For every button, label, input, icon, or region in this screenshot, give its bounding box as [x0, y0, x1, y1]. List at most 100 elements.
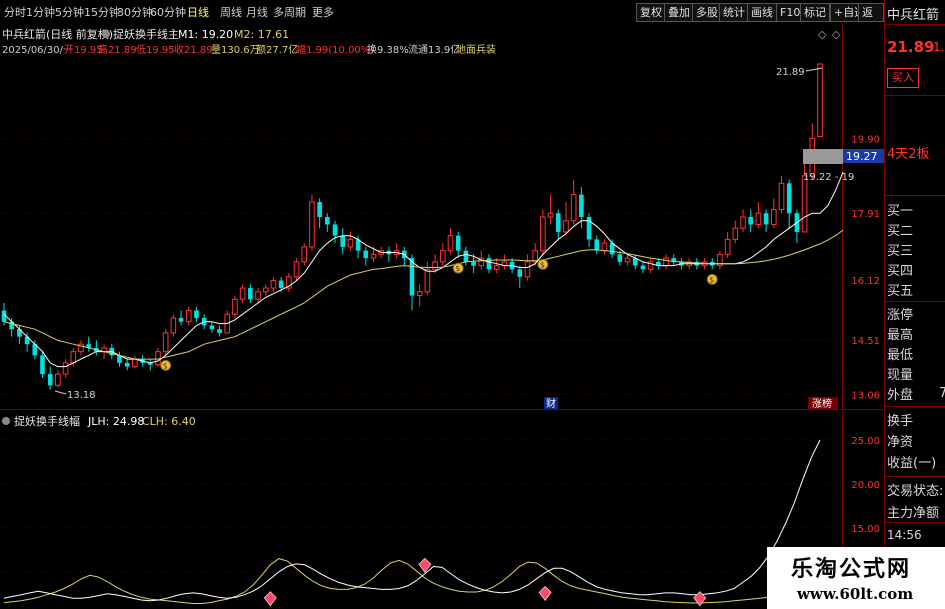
- diamond-icon[interactable]: ◇: [818, 28, 827, 41]
- candle-body: [748, 216, 754, 225]
- toolbar-button-2[interactable]: 多股: [692, 3, 722, 22]
- period-tab-0[interactable]: 分时: [4, 4, 26, 20]
- stat-label-2: 最低: [887, 348, 914, 363]
- period-tab-9[interactable]: 多周期: [273, 4, 306, 20]
- candle-body: [293, 261, 300, 278]
- candle-body: [439, 250, 446, 263]
- board-status: 4天2板: [887, 147, 930, 162]
- indicator-chart[interactable]: 捉妖换手线幅 JLH: 24.98 CLH: 6.40 25.00 20.00 15…: [0, 411, 884, 609]
- candle-body: [325, 216, 330, 225]
- candle-body: [432, 261, 438, 270]
- quote-amount: 额27.7亿: [256, 43, 298, 56]
- period-tab-7[interactable]: 周线: [220, 4, 242, 20]
- quote-info-line: 2025/06/30/一 开19.95 高21.89 低19.95 收21.89…: [2, 43, 496, 56]
- limit-list-label: 涨榜: [812, 397, 832, 410]
- candle-body: [424, 268, 431, 293]
- settings-icon[interactable]: ◇: [832, 28, 841, 41]
- bid-level-3: 买四: [887, 264, 914, 279]
- panel-price: 21.89: [887, 38, 935, 56]
- quote-concept: 地面兵装: [456, 43, 496, 56]
- candle-body: [248, 288, 253, 300]
- candle-body: [663, 257, 669, 267]
- candle-body: [270, 280, 277, 289]
- quote-volume: 量130.6万: [211, 44, 260, 56]
- candle-body: [524, 261, 531, 278]
- candle-body: [301, 246, 308, 263]
- indicator-name[interactable]: 捉妖换手线主: [113, 27, 179, 41]
- period-tab-6[interactable]: 日线: [187, 4, 209, 20]
- toolbar-button-6[interactable]: 标记: [800, 3, 830, 22]
- money-bag-symbol: $: [540, 260, 545, 269]
- toolbar: 分时 1分钟 5分钟 15分钟 30分钟 60分钟 日线 周线 月线 多周期 更多 复权 叠加 多股 统计画…: [0, 0, 884, 36]
- candle-body: [640, 265, 646, 270]
- watermark-url: www.60lt.com: [797, 585, 914, 603]
- candle-body: [363, 250, 369, 259]
- candlestick-chart[interactable]: 中兵红箭(日线 前复权) 捉妖换手线主 M1: 19.20 M2: 17.61 …: [0, 24, 884, 410]
- indicator-dot-icon[interactable]: [102, 30, 110, 38]
- current-price-tag-text: 19.27: [846, 150, 878, 163]
- bid-level-0: 买一: [887, 204, 914, 219]
- candle-body: [317, 202, 322, 217]
- quote-turnover: 换9.38%: [367, 43, 409, 56]
- quote-panel: 中兵红箭 21.89 1.9 买入 4天2板 买一买二买三买四买五 涨停最高最低…: [884, 0, 945, 609]
- candle-body: [778, 182, 785, 211]
- candle-body: [209, 325, 215, 330]
- period-tab-5[interactable]: 60分钟: [150, 4, 186, 20]
- panel-stock-name[interactable]: 中兵红箭: [887, 4, 939, 23]
- candle-body: [740, 216, 746, 229]
- candle-body: [162, 332, 169, 353]
- toolbar-button-0[interactable]: 复权: [636, 3, 666, 22]
- chart-stock-title: 中兵红箭(日线 前复权): [2, 27, 113, 41]
- stat-label-4: 外盘: [887, 388, 914, 403]
- candle-body: [786, 183, 792, 214]
- candle-body: [486, 258, 492, 270]
- toolbar-button-1[interactable]: 叠加: [664, 3, 694, 22]
- finance-marker-label: 财: [546, 397, 556, 410]
- candle-body: [262, 287, 269, 293]
- period-tab-3[interactable]: 15分钟: [84, 4, 120, 20]
- candle-body: [155, 351, 161, 366]
- candle-body: [232, 298, 238, 315]
- candle-body: [724, 238, 731, 255]
- ma-m1: M1: 19.20: [178, 28, 233, 41]
- period-tab-4[interactable]: 30分钟: [117, 4, 153, 20]
- money-bag-symbol: $: [455, 264, 460, 273]
- candle-body: [617, 254, 623, 262]
- candle-body: [447, 235, 454, 252]
- toolbar-button-3[interactable]: 统计: [719, 3, 749, 22]
- stat-label-3: 现量: [887, 368, 914, 383]
- candle-body: [763, 213, 769, 225]
- candle-body: [217, 329, 222, 333]
- candle-body: [340, 235, 346, 247]
- candle-body: [547, 212, 554, 218]
- indicator-clh: CLH: 6.40: [142, 415, 196, 428]
- indicator-jlh: JLH: 24.98: [87, 415, 144, 428]
- period-tab-1[interactable]: 1分钟: [26, 4, 55, 20]
- quote-low: 低19.95: [136, 43, 175, 56]
- candle-body: [570, 194, 577, 222]
- info-row-2: 收益(一): [887, 456, 937, 471]
- candle-body: [178, 317, 184, 322]
- candle-body: [132, 358, 138, 368]
- period-tab-10[interactable]: 更多: [312, 4, 334, 20]
- quote-close: 收21.89: [174, 43, 213, 56]
- toolbar-button-8[interactable]: 返回: [858, 3, 884, 36]
- price-axis-label: 17.91: [851, 209, 880, 220]
- candle-body: [624, 257, 631, 263]
- candle-body: [455, 235, 461, 251]
- candle-body: [594, 239, 600, 251]
- min-price-label: 13.18: [67, 390, 96, 401]
- outer-value: 7: [939, 386, 945, 401]
- buy-button[interactable]: 买入: [887, 68, 919, 88]
- candle-body: [493, 265, 500, 270]
- candle-body: [347, 238, 354, 248]
- indicator-axis-label: 15.00: [851, 524, 880, 535]
- period-tab-8[interactable]: 月线: [246, 4, 268, 20]
- quote-change: 幅1.99(10.00%): [296, 43, 374, 56]
- candle-body: [416, 291, 423, 297]
- period-tab-2[interactable]: 5分钟: [55, 4, 84, 20]
- quote-float-value: 流通13.9亿: [408, 43, 460, 56]
- buy-button-label: 买入: [892, 71, 914, 84]
- toolbar-button-4[interactable]: 画线: [747, 3, 777, 22]
- indicator-dot-icon[interactable]: [2, 417, 10, 425]
